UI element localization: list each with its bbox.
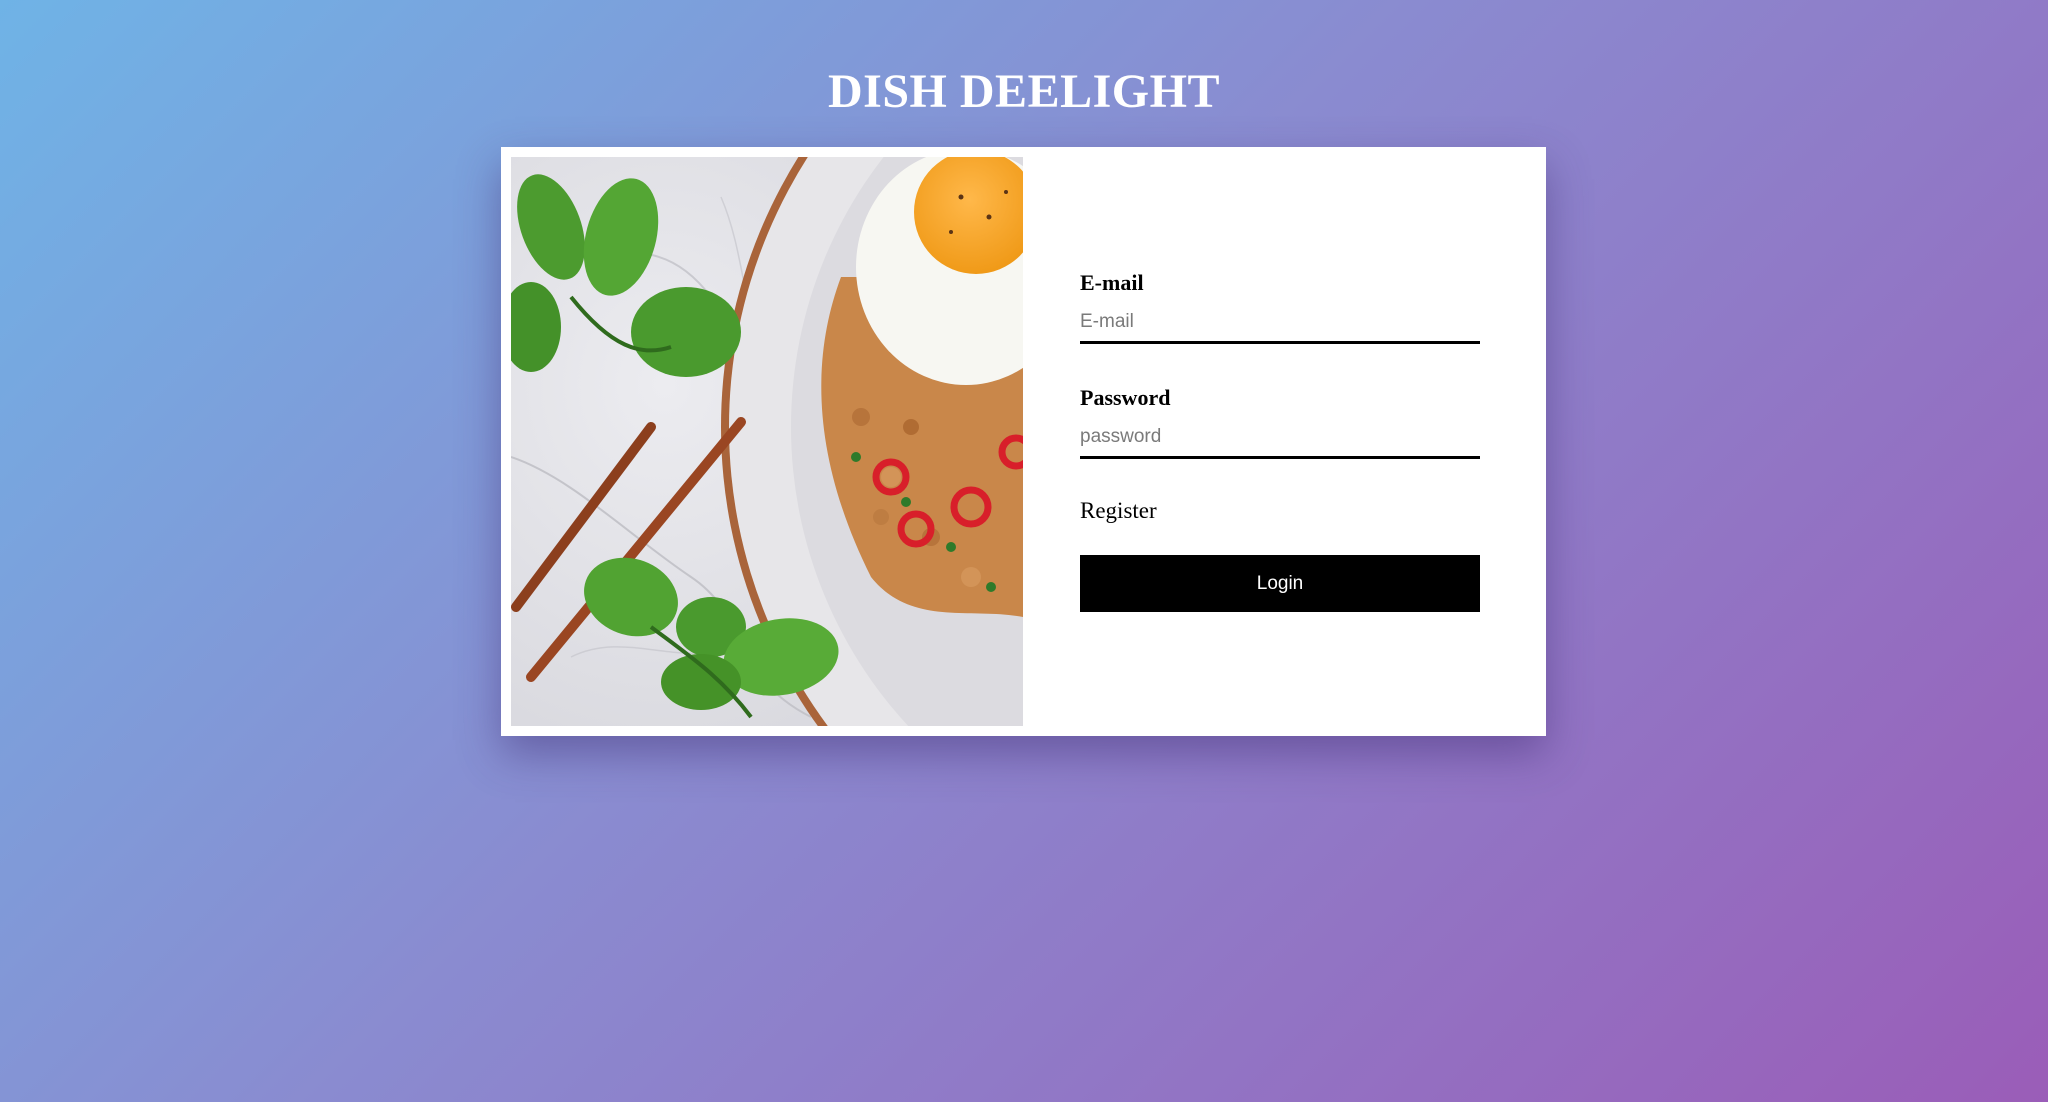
food-photo bbox=[511, 157, 1023, 726]
site-title: DISH DEELIGHT bbox=[828, 65, 1220, 118]
login-card: E-mail Password Register Login bbox=[501, 147, 1546, 736]
login-form: E-mail Password Register Login bbox=[1080, 147, 1480, 736]
login-button[interactable]: Login bbox=[1080, 555, 1480, 612]
register-link[interactable]: Register bbox=[1080, 498, 1157, 524]
password-label: Password bbox=[1080, 385, 1171, 410]
password-field[interactable] bbox=[1080, 417, 1480, 459]
email-label: E-mail bbox=[1080, 270, 1144, 295]
email-field[interactable] bbox=[1080, 302, 1480, 344]
